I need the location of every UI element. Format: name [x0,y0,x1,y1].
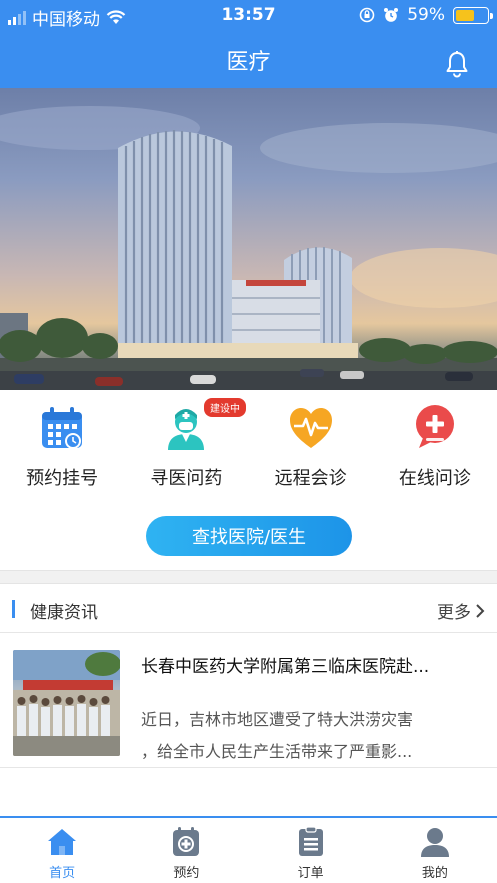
news-thumbnail [13,650,120,756]
battery-icon [453,6,493,24]
news-desc-line: 近日，吉林市地区遭受了特大洪涝灾害 [141,710,414,729]
news-list-item[interactable]: 长春中医药大学附属第三临床医院赴... 近日，吉林市地区遭受了特大洪涝灾害 ，给… [0,634,497,768]
home-icon [48,829,77,855]
calendar-icon [42,407,83,449]
hero-banner[interactable] [0,88,497,390]
order-list-icon [298,826,323,856]
tab-home[interactable]: 首页 [0,818,124,883]
rotation-lock-icon [359,7,375,23]
news-desc-line: ，给全市人民生产生活带来了严重影... [141,742,413,761]
news-section-title: 健康资讯 [30,603,98,623]
action-online-consult[interactable]: 在线问诊 [373,400,497,500]
action-label: 寻医问药 [150,468,223,489]
tab-appointment[interactable]: 预约 [124,818,248,883]
action-label: 在线问诊 [398,468,471,489]
quick-actions: 预约挂号 寻医问药 远程会诊 在线问诊 建设中 [0,398,497,500]
heart-pulse-icon [289,408,332,448]
news-more-link[interactable]: 更多 [437,598,485,623]
status-bar: 中国移动 13:57 59% [0,0,497,32]
alarm-icon [384,8,399,22]
status-right: 59% [359,5,493,25]
action-remote-consult[interactable]: 远程会诊 [249,400,373,500]
action-label: 远程会诊 [274,468,347,489]
tab-orders[interactable]: 订单 [249,818,373,883]
chevron-right-icon [476,603,485,618]
find-hospital-doctor-button[interactable]: 查找医院/医生 [146,516,352,556]
app-header: 中国移动 13:57 59% 医疗 [0,0,497,88]
section-accent-bar [12,600,15,618]
tab-label: 我的 [421,866,448,881]
news-description: 近日，吉林市地区遭受了特大洪涝灾害 ，给全市人民生产生活带来了严重影... [141,704,481,768]
battery-percent: 59% [407,5,445,25]
bell-icon[interactable] [445,50,469,78]
appointment-icon [173,827,200,856]
tab-mine[interactable]: 我的 [373,818,497,883]
page-title: 医疗 [226,50,271,75]
tab-label: 首页 [49,866,76,881]
under-construction-badge: 建设中 [204,398,246,417]
chat-plus-icon [415,405,454,448]
action-label: 预约挂号 [26,468,99,489]
bottom-tab-bar: 首页 预约 订单 我的 [0,816,497,883]
section-divider [0,570,497,584]
action-appointment[interactable]: 预约挂号 [0,400,124,500]
news-section-header: 健康资讯 更多 [0,585,497,633]
tab-label: 预约 [173,866,200,881]
user-icon [420,828,449,857]
tab-label: 订单 [297,866,324,881]
hospital-building-image [0,106,497,390]
news-title: 长春中医药大学附属第三临床医院赴... [141,657,430,677]
doctor-icon [168,409,205,450]
more-label: 更多 [437,603,471,623]
